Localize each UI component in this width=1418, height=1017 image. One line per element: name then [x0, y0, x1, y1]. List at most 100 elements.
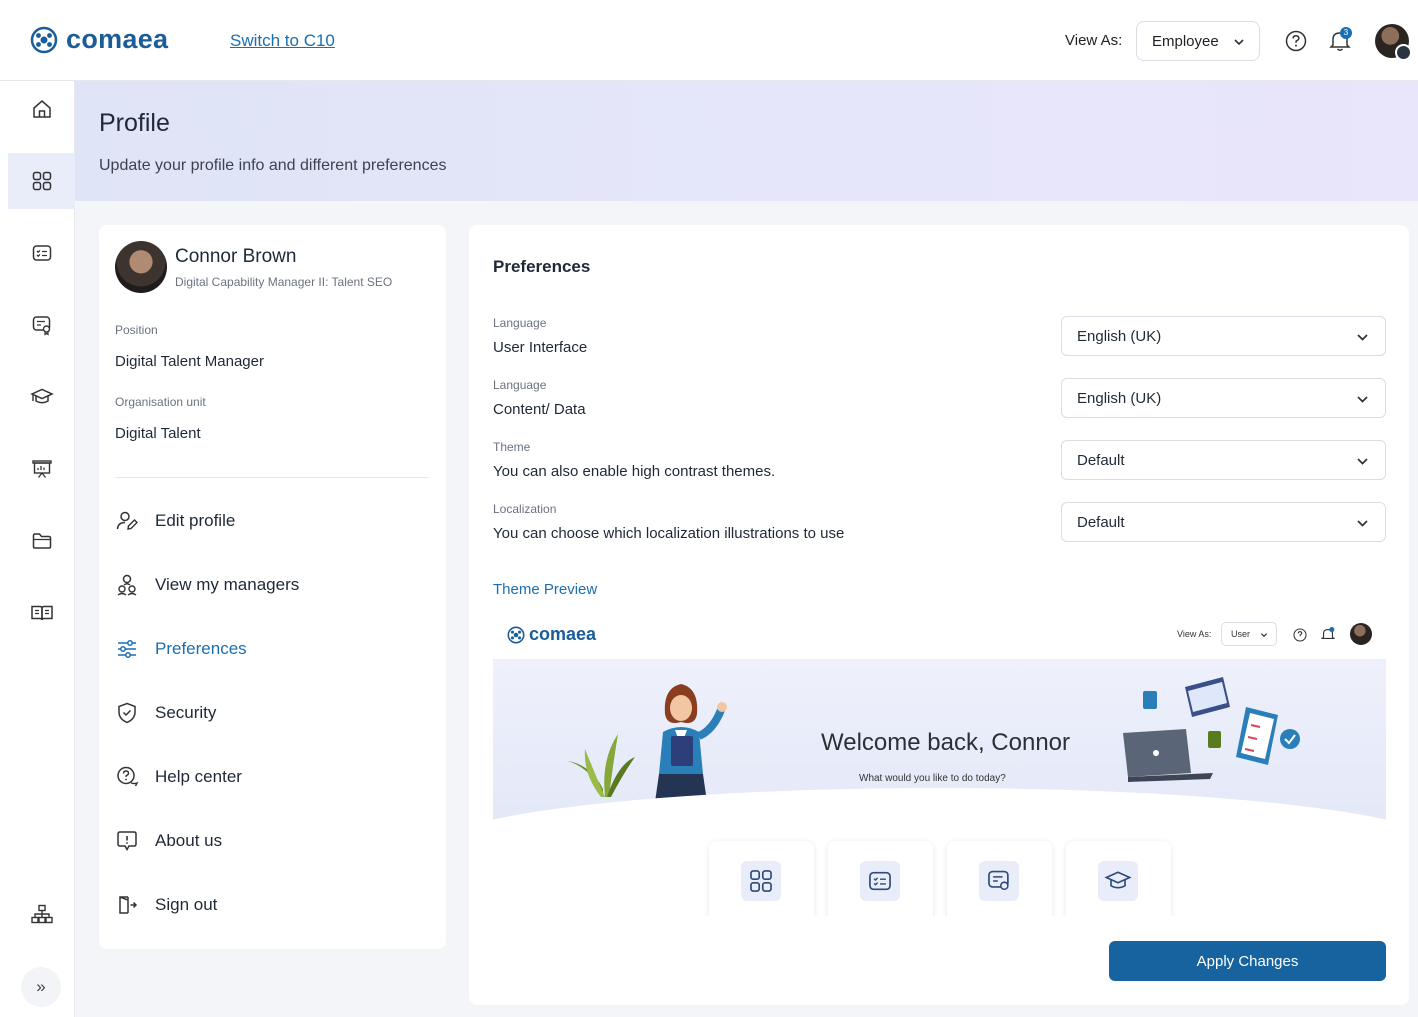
preview-brand-name: comaea — [529, 624, 597, 644]
chevron-down-icon — [1357, 334, 1368, 341]
sidebar-item-home[interactable] — [8, 81, 75, 137]
page-subtitle: Update your profile info and different p… — [99, 157, 447, 174]
menu-item-edit-profile[interactable]: Edit profile — [115, 501, 429, 541]
book-icon — [30, 605, 53, 621]
list-card-icon — [32, 245, 51, 261]
profile-card: Connor Brown Digital Capability Manager … — [99, 225, 446, 949]
content-language-value: English (UK) — [1077, 389, 1162, 407]
menu-item-label: Edit profile — [155, 511, 236, 530]
help-icon — [1293, 628, 1307, 642]
menu-item-help-center[interactable]: Help center — [115, 757, 429, 797]
preferences-card: Preferences Language User Interface Engl… — [469, 225, 1409, 1005]
sidebar-item-dashboard[interactable] — [8, 153, 75, 209]
certificate-icon — [979, 861, 1019, 901]
sign-out-icon — [115, 893, 139, 917]
theme-label: Theme — [493, 440, 531, 454]
menu-item-label: Preferences — [155, 639, 247, 658]
preview-curve — [493, 788, 1386, 916]
ui-language-select[interactable]: English (UK) — [1061, 316, 1386, 356]
managers-icon — [115, 573, 139, 597]
help-icon[interactable] — [1285, 30, 1307, 52]
preferences-title: Preferences — [493, 257, 591, 276]
menu-item-label: Help center — [155, 767, 242, 786]
ui-language-desc: User Interface — [493, 339, 588, 356]
chevron-down-icon — [1357, 458, 1368, 465]
graduation-cap-icon — [1098, 861, 1138, 901]
sidebar-item-org-chart[interactable] — [8, 886, 75, 942]
position-value: Digital Talent Manager — [115, 353, 264, 370]
menu-item-sign-out[interactable]: Sign out — [115, 885, 429, 925]
top-header: comaea Switch to C10 View As: Employee 3 — [0, 0, 1418, 81]
list-card-icon — [860, 861, 900, 901]
menu-item-security[interactable]: Security — [115, 693, 429, 733]
preview-tile-catalogue — [828, 841, 933, 916]
notification-badge: 3 — [1340, 27, 1352, 39]
preview-tile-dashboard — [709, 841, 814, 916]
page-title: Profile — [99, 109, 170, 137]
content-language-desc: Content/ Data — [493, 401, 586, 418]
menu-item-view-managers[interactable]: View my managers — [115, 565, 429, 605]
chevron-down-icon — [1357, 520, 1368, 527]
certificate-icon — [32, 316, 50, 336]
preview-view-as-value: User — [1231, 629, 1251, 639]
sidebar-item-presentations[interactable] — [8, 441, 75, 497]
ui-language-value: English (UK) — [1077, 327, 1162, 345]
localization-label: Localization — [493, 502, 557, 516]
ui-language-label: Language — [493, 316, 547, 330]
help-chat-icon — [115, 765, 139, 789]
theme-desc: You can also enable high contrast themes… — [493, 463, 776, 480]
org-unit-value: Digital Talent — [115, 425, 201, 442]
bell-icon — [1321, 627, 1335, 640]
menu-item-preferences[interactable]: Preferences — [115, 629, 429, 669]
theme-preview-label: Theme Preview — [493, 581, 598, 598]
chevron-down-icon — [1234, 39, 1244, 46]
sidebar: » — [0, 81, 75, 1017]
dashboard-icon — [32, 171, 51, 191]
profile-name: Connor Brown — [175, 246, 297, 267]
sidebar-item-files[interactable] — [8, 513, 75, 569]
sliders-icon — [115, 637, 139, 661]
view-as-label: View As: — [1065, 32, 1123, 49]
theme-preview: comaea View As: User Welcome back, Conno… — [493, 613, 1386, 916]
content-language-select[interactable]: English (UK) — [1061, 378, 1386, 418]
theme-value: Default — [1077, 451, 1125, 469]
plant-illustration-icon — [568, 734, 635, 797]
menu-item-about-us[interactable]: About us — [115, 821, 429, 861]
comaea-logo-icon — [507, 625, 525, 644]
theme-select[interactable]: Default — [1061, 440, 1386, 480]
view-as-select[interactable]: Employee — [1136, 21, 1260, 61]
user-avatar[interactable] — [1375, 24, 1412, 61]
view-as-value: Employee — [1152, 32, 1219, 50]
brand-name: comaea — [66, 24, 169, 54]
apply-changes-button[interactable]: Apply Changes — [1109, 941, 1386, 981]
profile-divider — [115, 477, 429, 478]
localization-desc: You can choose which localization illust… — [493, 525, 845, 542]
localization-value: Default — [1077, 513, 1125, 531]
graduation-cap-icon — [29, 388, 54, 404]
sidebar-item-certificates[interactable] — [8, 297, 75, 353]
chevron-down-icon — [1357, 396, 1368, 403]
preview-welcome-title: Welcome back, Connor — [821, 729, 1070, 756]
chevron-down-icon — [1260, 633, 1268, 638]
brand-logo[interactable]: comaea — [30, 24, 168, 55]
localization-select[interactable]: Default — [1061, 502, 1386, 542]
org-unit-label: Organisation unit — [115, 395, 206, 409]
laptop-calendar-illustration-icon — [1123, 677, 1300, 782]
double-chevron-right-icon: » — [36, 977, 46, 996]
preview-tile-certificates — [947, 841, 1052, 916]
preview-brand-logo: comaea — [507, 624, 596, 645]
profile-avatar — [115, 241, 167, 293]
sidebar-item-library[interactable] — [8, 585, 75, 641]
sidebar-expand-button[interactable]: » — [21, 967, 61, 1007]
menu-item-label: View my managers — [155, 575, 300, 594]
edit-user-icon — [115, 509, 139, 533]
comaea-logo-icon — [30, 26, 58, 53]
folder-icon — [32, 533, 51, 549]
preview-tile-learning — [1066, 841, 1171, 916]
profile-role: Digital Capability Manager II: Talent SE… — [175, 275, 393, 289]
sidebar-item-learning[interactable] — [8, 369, 75, 425]
sidebar-item-catalogue[interactable] — [8, 225, 75, 281]
menu-item-label: Sign out — [155, 895, 218, 914]
switch-version-link[interactable]: Switch to C10 — [230, 31, 335, 51]
menu-item-label: Security — [155, 703, 217, 722]
